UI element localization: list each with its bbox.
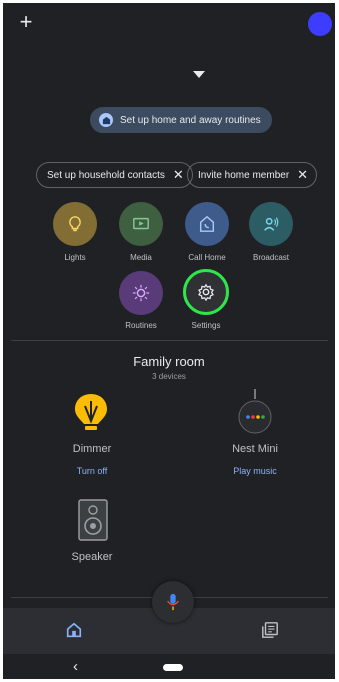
- speaker-icon: [78, 499, 108, 541]
- speaker-device-tile[interactable]: [77, 498, 109, 542]
- voice-assistant-button[interactable]: [152, 581, 194, 623]
- room-title: Family room: [133, 354, 205, 369]
- turn-off-button[interactable]: Turn off: [47, 466, 137, 476]
- broadcast-icon: [264, 217, 279, 231]
- add-icon[interactable]: +: [16, 11, 36, 33]
- home-switcher-caret-icon[interactable]: [193, 71, 205, 78]
- nest-mini-icon: [238, 389, 272, 434]
- room-device-count: 3 devices: [152, 372, 186, 381]
- avatar[interactable]: [308, 12, 332, 36]
- home-tab[interactable]: [65, 621, 83, 639]
- feed-icon: [262, 622, 278, 638]
- bulb-icon: [75, 394, 107, 430]
- invite-member-chip[interactable]: Invite home member ✕: [187, 162, 318, 188]
- home-person-icon: [99, 113, 113, 127]
- media-icon: [133, 217, 149, 230]
- invite-member-label: Invite home member: [198, 169, 290, 181]
- lights-label: Lights: [64, 253, 86, 262]
- close-icon[interactable]: ✕: [173, 167, 184, 183]
- household-contacts-chip[interactable]: Set up household contacts ✕: [36, 162, 193, 188]
- media-label: Media: [130, 253, 152, 262]
- speaker-name: Speaker: [71, 551, 113, 563]
- call-home-icon: [199, 215, 215, 232]
- broadcast-button[interactable]: [249, 202, 293, 246]
- feed-tab[interactable]: [261, 621, 279, 639]
- settings-label: Settings: [191, 321, 221, 330]
- dimmer-device-tile[interactable]: [73, 392, 109, 436]
- lights-button[interactable]: [53, 202, 97, 246]
- divider: [11, 340, 328, 341]
- setup-routines-label: Set up home and away routines: [120, 114, 261, 126]
- back-icon[interactable]: ‹: [73, 658, 78, 675]
- setup-routines-chip[interactable]: Set up home and away routines: [90, 107, 272, 133]
- household-contacts-label: Set up household contacts: [47, 169, 165, 181]
- routines-label: Routines: [125, 321, 157, 330]
- dimmer-name: Dimmer: [72, 443, 112, 455]
- nest-mini-name: Nest Mini: [232, 443, 278, 455]
- media-button[interactable]: [119, 202, 163, 246]
- nest-mini-device-tile[interactable]: [237, 389, 273, 435]
- app-screen: + Set up home and away routines Set up h…: [3, 3, 335, 679]
- play-music-button[interactable]: Play music: [210, 466, 300, 476]
- home-icon: [66, 622, 82, 638]
- call-home-label: Call Home: [188, 253, 226, 262]
- microphone-icon: [167, 593, 179, 611]
- bulb-icon: [69, 216, 81, 232]
- settings-button[interactable]: [183, 269, 229, 315]
- routines-icon: [132, 284, 150, 302]
- broadcast-label: Broadcast: [252, 253, 290, 262]
- home-pill[interactable]: [163, 664, 183, 671]
- routines-button[interactable]: [119, 271, 163, 315]
- call-home-button[interactable]: [185, 202, 229, 246]
- close-icon[interactable]: ✕: [297, 167, 308, 183]
- gear-icon: [198, 283, 214, 301]
